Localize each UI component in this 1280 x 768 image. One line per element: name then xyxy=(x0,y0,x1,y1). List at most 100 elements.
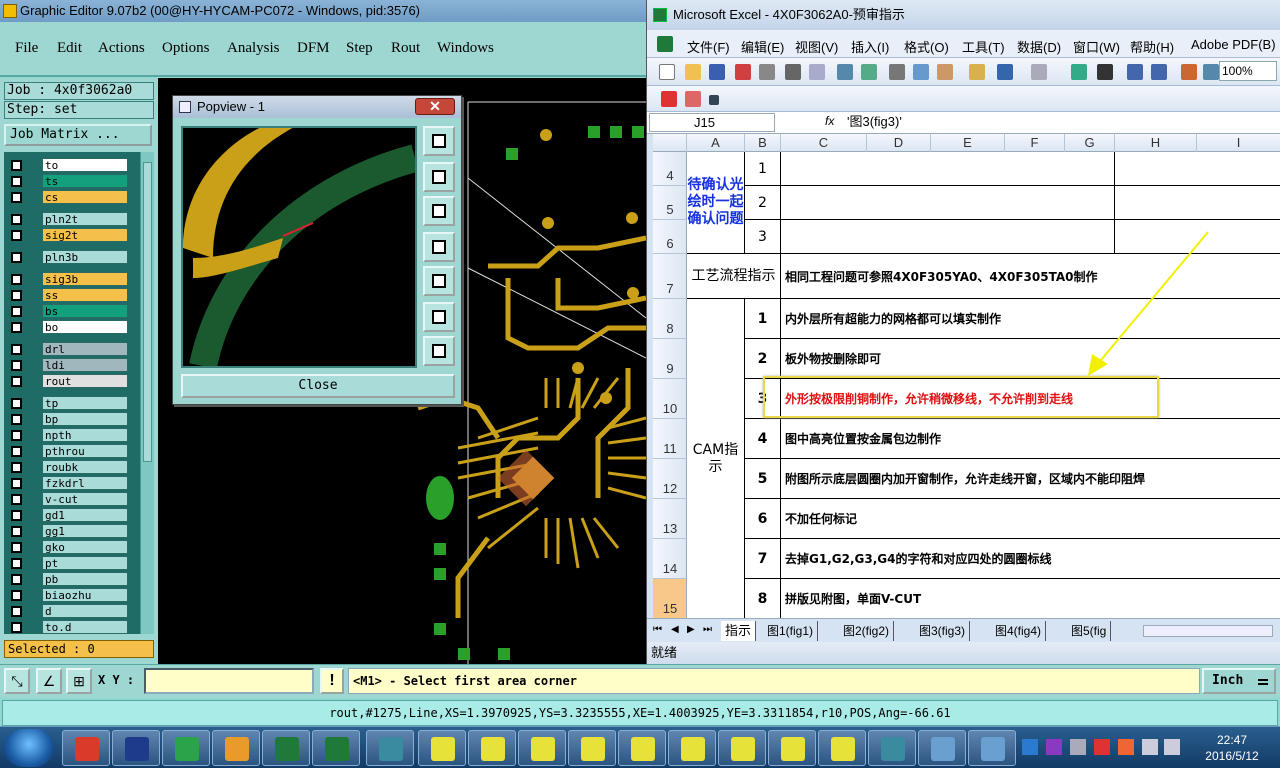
layer-row-roubk[interactable]: roubk xyxy=(6,460,128,474)
format-painter-icon[interactable] xyxy=(969,64,985,80)
layer-name[interactable]: roubk xyxy=(42,460,128,474)
taskbar-app-8[interactable] xyxy=(418,730,466,766)
layer-row-pln3b[interactable]: pln3b xyxy=(6,250,128,264)
layer-row-to[interactable]: to xyxy=(6,158,128,172)
print-preview-icon[interactable] xyxy=(809,64,825,80)
chevron-down-icon[interactable] xyxy=(709,95,719,105)
tray-app-icon[interactable] xyxy=(1118,739,1134,755)
menu-step[interactable]: Step xyxy=(346,40,373,57)
layer-name[interactable]: pln2t xyxy=(42,212,128,226)
tray-app-icon[interactable] xyxy=(1022,739,1038,755)
tab-nav-prev-icon[interactable]: ◀ xyxy=(671,624,679,635)
undo-icon[interactable] xyxy=(997,64,1013,80)
instruction-text[interactable]: 附图所示底层圆圈内加开窗制作，允许走线开窗，区域内不能印阻焊 xyxy=(781,459,1280,499)
sort-ascending-icon[interactable] xyxy=(1127,64,1143,80)
tray-app-icon[interactable] xyxy=(1046,739,1062,755)
taskbar-app-15[interactable] xyxy=(768,730,816,766)
layer-row-fzkdrl[interactable]: fzkdrl xyxy=(6,476,128,490)
layer-row-tp[interactable]: tp xyxy=(6,396,128,410)
col-header-d[interactable]: D xyxy=(867,134,931,152)
layer-checkbox[interactable] xyxy=(11,606,22,617)
layer-row-gg1[interactable]: gg1 xyxy=(6,524,128,538)
horizontal-scrollbar[interactable] xyxy=(1143,625,1273,637)
menu-options[interactable]: Options xyxy=(162,40,210,57)
instruction-text[interactable]: 去掉G1,G2,G3,G4的字符和对应四处的圆圈标线 xyxy=(781,539,1280,579)
taskbar-app-5[interactable] xyxy=(262,730,310,766)
layer-checkbox[interactable] xyxy=(11,558,22,569)
units-select[interactable]: Inch xyxy=(1202,668,1276,694)
layer-checkbox[interactable] xyxy=(11,376,22,387)
cell-b4[interactable]: 1 xyxy=(745,152,781,186)
instruction-number[interactable]: 1 xyxy=(745,299,781,339)
col-header-g[interactable]: G xyxy=(1065,134,1115,152)
sheet-tab-fig3[interactable]: 图3(fig3) xyxy=(915,621,971,641)
sheet-tab-fig1[interactable]: 图1(fig1) xyxy=(763,621,819,641)
layer-row-sig2t[interactable]: sig2t xyxy=(6,228,128,242)
autosum-icon[interactable] xyxy=(1097,64,1113,80)
open-icon[interactable] xyxy=(685,64,701,80)
col-header-h[interactable]: H xyxy=(1115,134,1197,152)
layer-checkbox[interactable] xyxy=(11,344,22,355)
taskbar-app-14[interactable] xyxy=(718,730,766,766)
layer-checkbox[interactable] xyxy=(11,290,22,301)
row-header[interactable]: 13 xyxy=(653,499,687,539)
layer-name[interactable]: gko xyxy=(42,540,128,554)
sheet-tab-fig5[interactable]: 图5(fig xyxy=(1067,621,1112,641)
email-icon[interactable] xyxy=(759,64,775,80)
layer-name[interactable]: ss xyxy=(42,288,128,302)
popview-pan-up-button[interactable] xyxy=(423,162,455,192)
popview-pan-down-button[interactable] xyxy=(423,196,455,226)
sheet-tab-fig4[interactable]: 图4(fig4) xyxy=(991,621,1047,641)
layer-checkbox[interactable] xyxy=(11,252,22,263)
layer-row-ts[interactable]: ts xyxy=(6,174,128,188)
layer-row-pln2t[interactable]: pln2t xyxy=(6,212,128,226)
layer-row-rout[interactable]: rout xyxy=(6,374,128,388)
excel-menu-window[interactable]: 窗口(W) xyxy=(1073,37,1120,56)
zoom-select[interactable]: 100% xyxy=(1219,61,1277,81)
hyperlink-icon[interactable] xyxy=(1071,64,1087,80)
excel-menu-edit[interactable]: 编辑(E) xyxy=(741,37,784,56)
instruction-text[interactable]: 不加任何标记 xyxy=(781,499,1280,539)
taskbar-app-6[interactable] xyxy=(312,730,360,766)
row-header[interactable]: 9 xyxy=(653,339,687,379)
layer-name[interactable]: ldi xyxy=(42,358,128,372)
spelling-icon[interactable] xyxy=(837,64,853,80)
menu-file[interactable]: File xyxy=(15,40,38,57)
instruction-text[interactable]: 图中高亮位置按金属包边制作 xyxy=(781,419,1280,459)
tab-nav-last-icon[interactable]: ⏭ xyxy=(703,624,712,635)
drawing-icon[interactable] xyxy=(1203,64,1219,80)
taskbar-app-12[interactable] xyxy=(618,730,666,766)
layer-row-d[interactable]: d xyxy=(6,604,128,618)
layer-name[interactable]: to xyxy=(42,158,128,172)
instruction-number[interactable]: 4 xyxy=(745,419,781,459)
row-header[interactable]: 11 xyxy=(653,419,687,459)
network-icon[interactable] xyxy=(1164,739,1180,755)
layer-checkbox[interactable] xyxy=(11,230,22,241)
layer-checkbox[interactable] xyxy=(11,360,22,371)
layer-checkbox[interactable] xyxy=(11,274,22,285)
layer-checkbox[interactable] xyxy=(11,160,22,171)
layer-checkbox[interactable] xyxy=(11,526,22,537)
redo-icon[interactable] xyxy=(1031,64,1047,80)
permission-icon[interactable] xyxy=(735,64,751,80)
xy-input[interactable] xyxy=(144,668,314,694)
taskbar-app-9[interactable] xyxy=(468,730,516,766)
pending-issues-label[interactable]: 待确认光绘时一起确认问题 xyxy=(687,152,745,254)
instruction-number[interactable]: 6 xyxy=(745,499,781,539)
instruction-number[interactable]: 5 xyxy=(745,459,781,499)
cell-h4[interactable] xyxy=(1115,152,1280,186)
fx-icon[interactable]: fx xyxy=(825,114,834,128)
layer-name[interactable]: tp xyxy=(42,396,128,410)
clock[interactable]: 22:47 2016/5/12 xyxy=(1188,732,1276,764)
layer-name[interactable]: to.d xyxy=(42,620,128,634)
layer-row-npth[interactable]: npth xyxy=(6,428,128,442)
popview-canvas[interactable] xyxy=(181,118,419,369)
layer-checkbox[interactable] xyxy=(11,462,22,473)
excel-menu-tools[interactable]: 工具(T) xyxy=(962,37,1005,56)
layer-name[interactable]: fzkdrl xyxy=(42,476,128,490)
layer-name[interactable]: bs xyxy=(42,304,128,318)
cut-icon[interactable] xyxy=(889,64,905,80)
layer-row-sig3b[interactable]: sig3b xyxy=(6,272,128,286)
layer-checkbox[interactable] xyxy=(11,542,22,553)
popview-pan-right-button[interactable] xyxy=(423,266,455,296)
